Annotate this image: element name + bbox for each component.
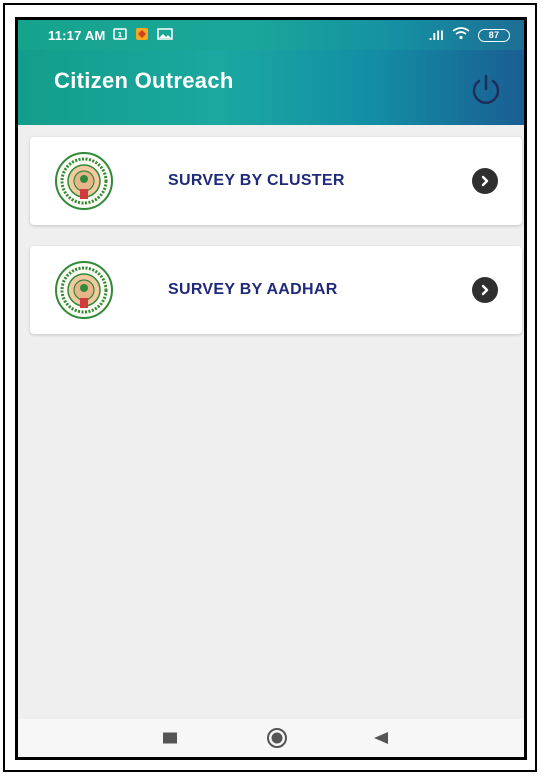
chevron-right-icon[interactable] [472,277,498,303]
menu-item-survey-by-cluster[interactable]: SURVEY BY CLUSTER [30,137,522,225]
state-emblem-icon [54,260,114,320]
signal-icon: .ıll [428,27,444,43]
chevron-right-icon[interactable] [472,168,498,194]
status-bar: 11:17 AM 1 .ıll 87 [18,20,524,50]
home-button[interactable] [266,727,288,749]
main-content: SURVEY BY CLUSTER SURVEY BY AADHAR [18,125,524,719]
page-title: Citizen Outreach [54,67,234,93]
back-button[interactable] [374,732,388,744]
app-bar: Citizen Outreach [18,50,524,125]
status-time: 11:17 AM [48,27,106,43]
svg-text:1: 1 [118,31,123,39]
phone-screen: 11:17 AM 1 .ıll 87 Citizen Outreach SURV… [15,17,527,760]
status-icons-right: .ıll 87 [429,27,510,43]
menu-item-label: SURVEY BY CLUSTER [168,172,345,189]
navigation-bar [18,719,524,757]
menu-item-survey-by-aadhar[interactable]: SURVEY BY AADHAR [30,246,522,334]
battery-icon: 87 [478,28,510,42]
image-icon [157,27,174,43]
sim-icon: 1 [113,27,128,43]
app-notification-icon [135,27,149,44]
menu-item-label: SURVEY BY AADHAR [168,281,338,298]
status-icons-left: 1 [113,27,174,44]
power-icon[interactable] [466,69,506,109]
wifi-icon [452,27,470,43]
state-emblem-icon [54,151,114,211]
recents-button[interactable] [163,732,177,744]
